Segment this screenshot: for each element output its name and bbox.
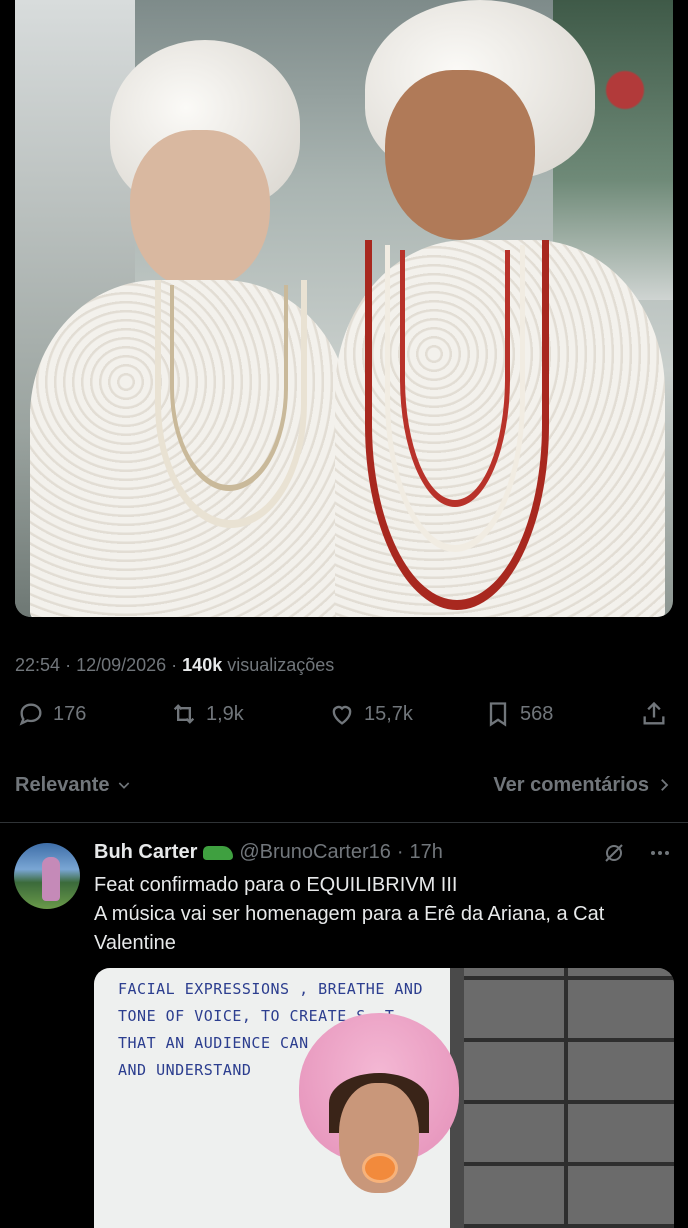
relevance-label: Relevante [15,773,110,796]
reply-text: Feat confirmado para o EQUILIBRIVM III A… [94,871,679,958]
bookmark-button[interactable]: 568 [484,700,553,728]
reply-count: 176 [53,702,87,725]
reply-header: Buh Carter @BrunoCarter16 · 17h [94,841,443,864]
grok-icon[interactable] [602,841,626,865]
crocodile-emoji-icon [203,845,234,860]
reply-text-line1: Feat confirmado para o EQUILIBRIVM III [94,874,458,896]
person-bonnet [299,1013,459,1228]
views-label: visualizações [227,655,335,675]
reply-author-name[interactable]: Buh Carter [94,841,197,864]
chevron-down-icon [118,782,129,789]
repost-arrows-icon [173,704,195,724]
view-comments-link[interactable]: Ver comentários [493,770,673,800]
bookmark-count: 568 [520,702,554,725]
person-left [30,20,355,617]
like-button[interactable]: 15,7k [328,700,413,728]
share-icon [643,701,665,725]
reply-time: 17h [409,841,443,863]
post-date: 12/09/2026 [76,655,167,675]
reply-post[interactable]: Buh Carter @BrunoCarter16 · 17h Feat con… [0,823,688,1228]
brick-wall [454,968,674,1228]
comments-sort-row: Relevante Ver comentários [15,770,673,800]
share-button[interactable] [640,700,668,728]
post-time: 22:54 [15,655,61,675]
avatar[interactable] [14,843,80,909]
reply-button[interactable]: 176 [17,700,86,728]
person-right [335,0,673,617]
view-comments-label: Ver comentários [493,773,649,796]
repost-count: 1,9k [206,702,244,725]
reply-header-icons [602,841,672,865]
chevron-right-icon [661,779,669,791]
post-meta: 22:54 · 12/09/2026 · 140k visualizações [15,655,335,675]
views-count: 140k [182,655,223,675]
action-bar: 176 1,9k 15,7k 568 [0,700,688,740]
repost-button[interactable]: 1,9k [170,700,244,728]
more-dots-icon[interactable] [648,841,672,865]
reply-author-handle[interactable]: @BrunoCarter16 [239,841,390,864]
post-image[interactable] [15,0,673,617]
pacifier-icon [362,1153,398,1183]
bookmark-icon [489,702,507,727]
like-count: 15,7k [364,702,413,725]
reply-text-line2: A música vai ser homenagem para a Erê da… [94,903,605,954]
speech-bubble-icon [19,703,42,726]
reply-image[interactable]: FACIAL EXPRESSIONS , BREATHE AND TONE OF… [94,968,674,1228]
heart-icon [332,705,352,725]
relevance-dropdown[interactable]: Relevante [15,770,132,800]
